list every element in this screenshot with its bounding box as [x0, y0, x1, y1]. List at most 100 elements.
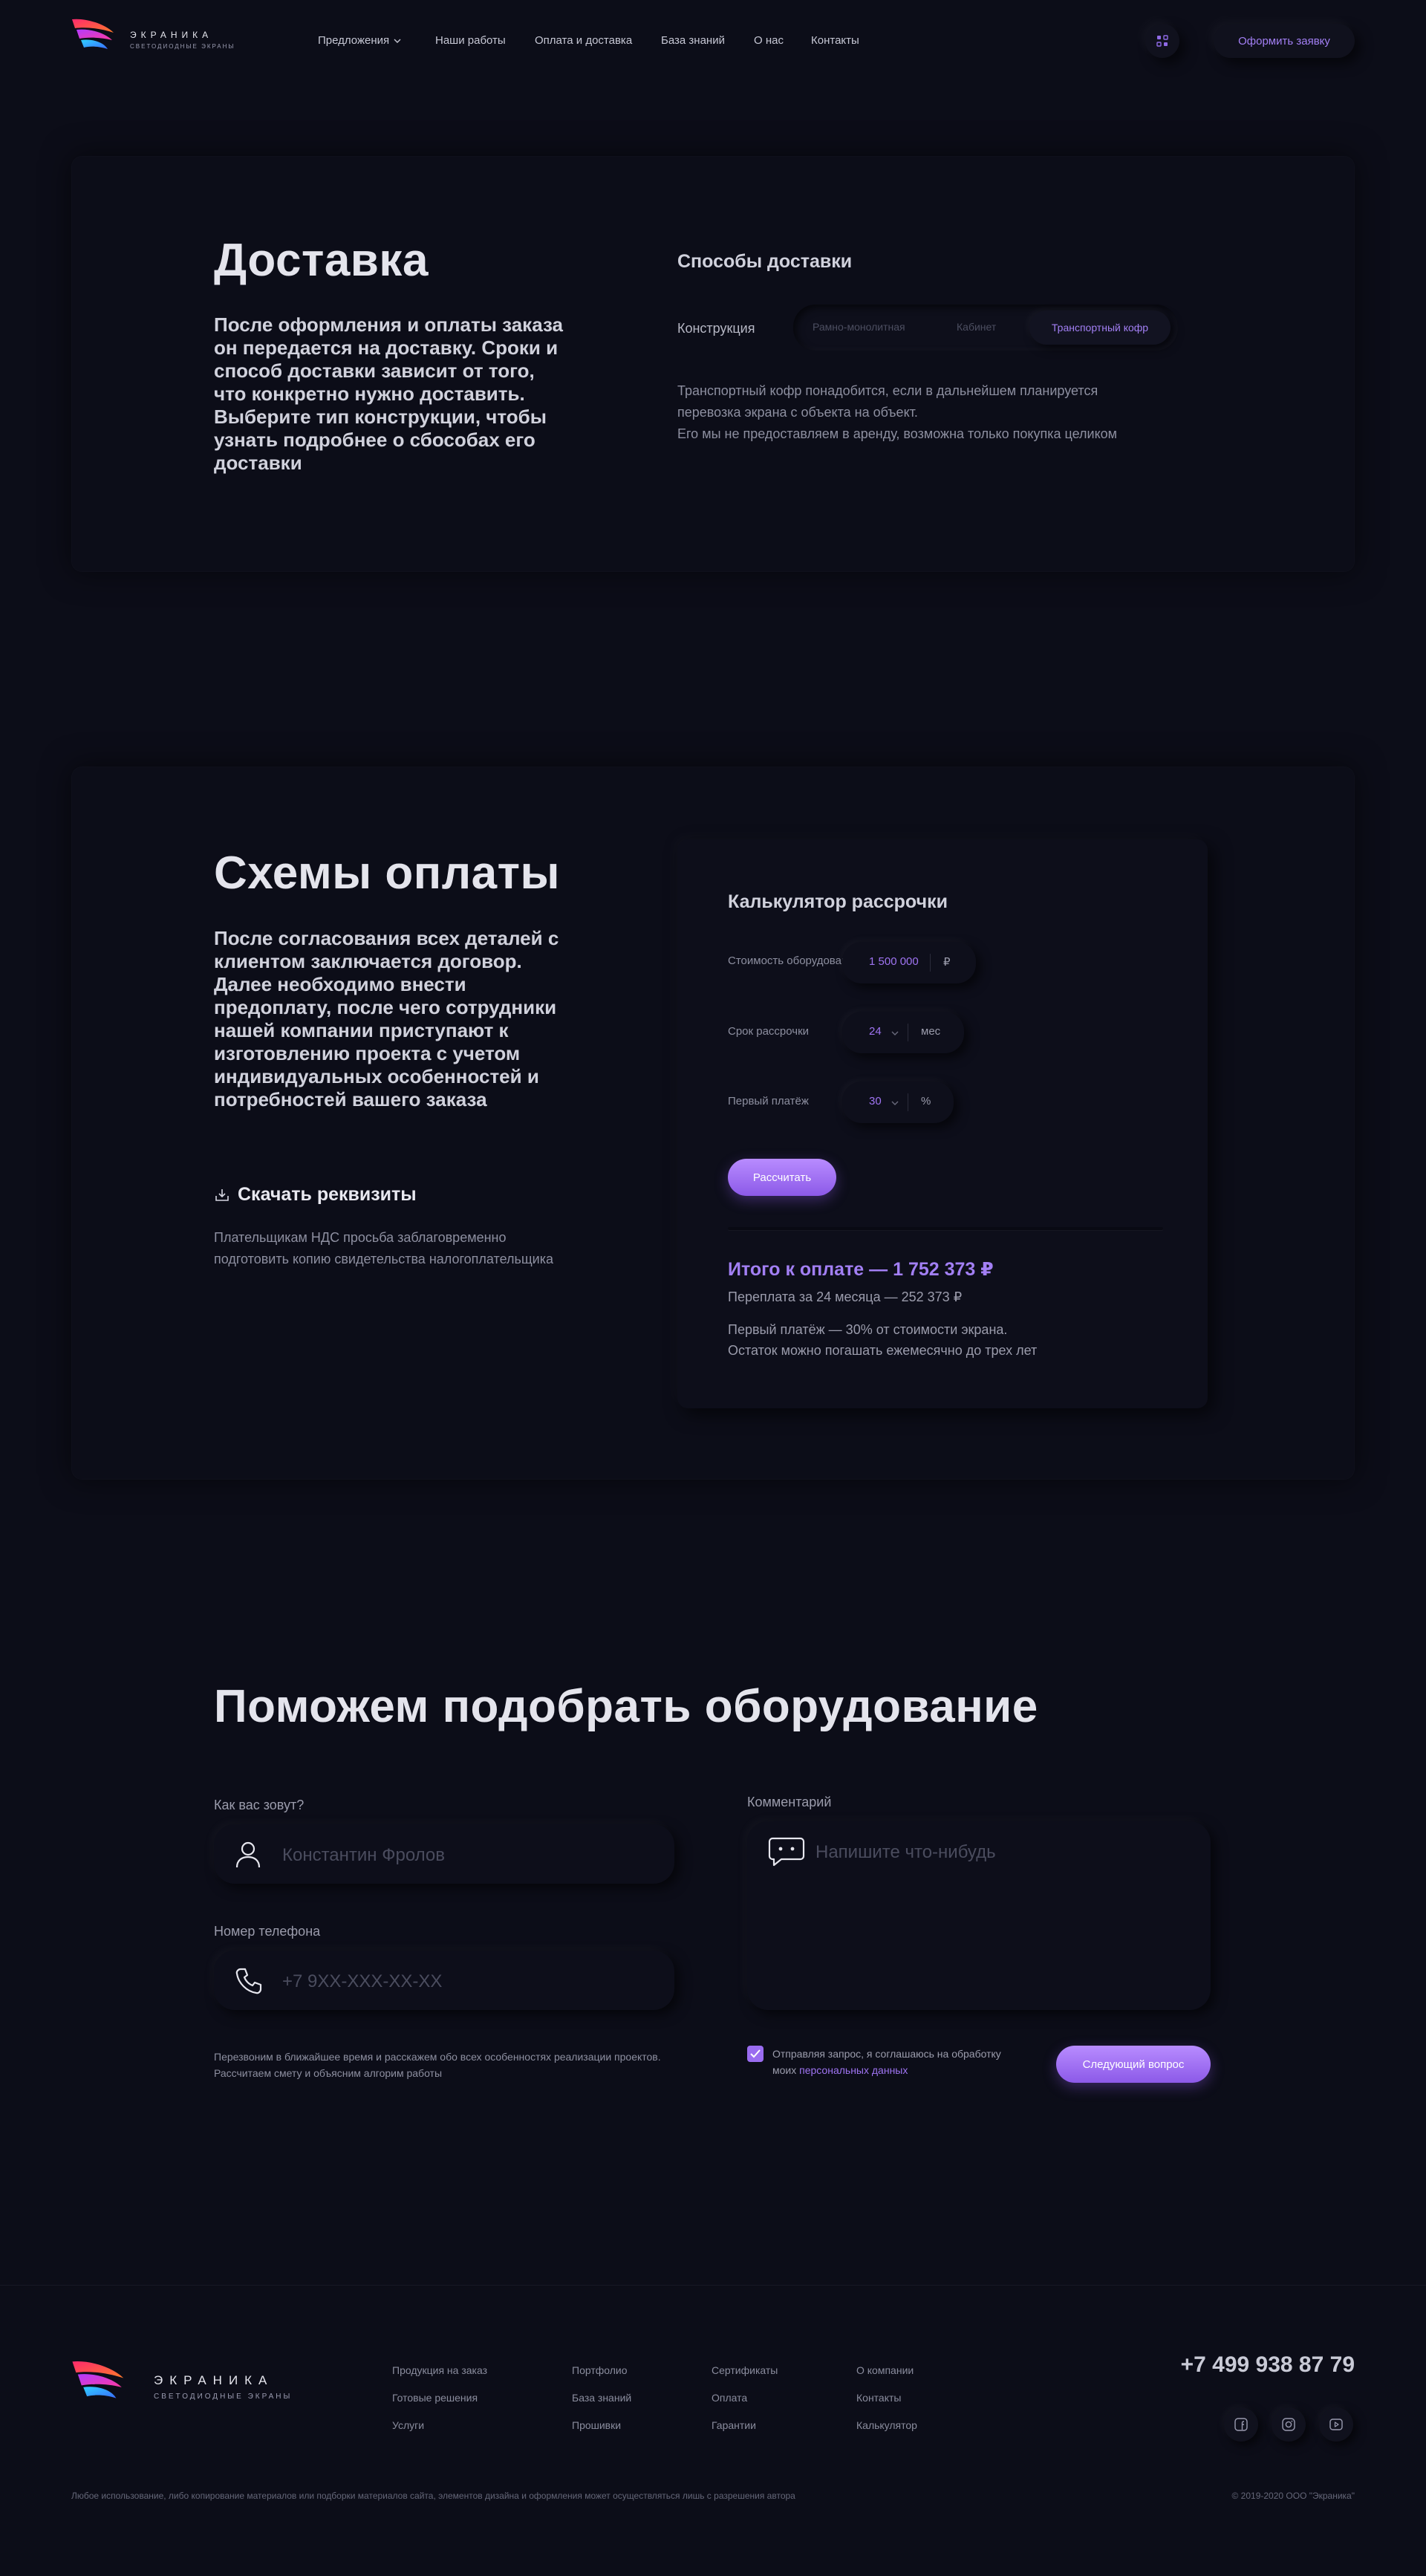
payment-lead: После согласования всех деталей с клиент… [214, 927, 559, 1110]
nav-payment-delivery[interactable]: Оплата и доставка [535, 34, 632, 47]
user-icon [235, 1841, 261, 1868]
footer-logo[interactable]: ЭКРАНИКА СВЕТОДИОДНЫЕ ЭКРАНЫ [71, 2351, 308, 2418]
footer-link-guarantees[interactable]: Гарантии [712, 2419, 778, 2431]
logo[interactable]: ЭКРАНИКА СВЕТОДИОДНЫЕ ЭКРАНЫ [71, 16, 249, 58]
option-transport-case-label: Транспортный кофр [1051, 322, 1149, 334]
footer-link-certificates[interactable]: Сертификаты [712, 2364, 778, 2392]
footer-logo-icon [72, 2361, 124, 2398]
footer-link-services[interactable]: Услуги [392, 2419, 487, 2431]
term-select[interactable]: 24 мес [842, 1012, 964, 1053]
download-requisites-label: Скачать реквизиты [238, 1184, 417, 1205]
delivery-desc: Транспортный кофр понадобится, если в да… [677, 380, 1212, 445]
youtube-icon [1329, 2419, 1343, 2430]
option-cabinet[interactable]: Кабинет [957, 321, 996, 333]
form-title: Поможем подобрать оборудование [214, 1681, 1038, 1732]
order-button[interactable]: Оформить заявку [1214, 24, 1355, 58]
footer-col-products: Продукция на заказ Готовые решения Услуг… [392, 2364, 487, 2431]
footer-link-firmware[interactable]: Прошивки [572, 2419, 631, 2431]
footer-brand: ЭКРАНИКА [154, 2373, 274, 2387]
download-requisites[interactable]: Скачать реквизиты [214, 1184, 417, 1206]
footer-col-portfolio: Портфолио База знаний Прошивки [572, 2364, 631, 2431]
construction-switch: Рамно-монолитная Кабинет Транспортный ко… [793, 305, 1178, 351]
cost-value: 1 500 000 [869, 955, 919, 968]
form-hint: Перезвоним в ближайшее время и расскажем… [214, 2051, 661, 2079]
nav-knowledge[interactable]: База знаний [661, 34, 725, 47]
cost-input[interactable]: 1 500 000 ₽ [842, 942, 976, 983]
next-question-button[interactable]: Следующий вопрос [1056, 2046, 1211, 2083]
footer-tagline: СВЕТОДИОДНЫЕ ЭКРАНЫ [154, 2393, 293, 2401]
first-payment-unit: % [921, 1095, 931, 1108]
first-payment-value: 30 [869, 1095, 882, 1108]
personal-data-link[interactable]: персональных данных [799, 2064, 908, 2076]
payment-section: Схемы оплаты После согласования всех дет… [71, 767, 1355, 1480]
first-payment-chevron-icon [891, 1101, 899, 1105]
youtube-button[interactable] [1319, 2407, 1353, 2442]
nav-offers[interactable]: Предложения [318, 34, 401, 47]
term-label: Срок рассрочки [728, 1025, 810, 1038]
nav-works[interactable]: Наши работы [435, 34, 506, 47]
footer-col-certs: Сертификаты Оплата Гарантии [712, 2364, 778, 2431]
calc-info-2: Остаток можно погашать ежемесячно до тре… [728, 1343, 1038, 1358]
footer-link-knowledge[interactable]: База знаний [572, 2392, 631, 2419]
footer-link-ready[interactable]: Готовые решения [392, 2392, 487, 2419]
footer-link-payment[interactable]: Оплата [712, 2392, 778, 2419]
next-question-button-label: Следующий вопрос [1082, 2058, 1185, 2071]
payment-title: Схемы оплаты [214, 848, 560, 899]
delivery-desc-line-2: перевозка экрана с объекта на объект. [677, 405, 918, 420]
grid-button[interactable] [1145, 24, 1179, 58]
cost-label: Стоимость оборудования [728, 954, 860, 967]
comment-label: Комментарий [747, 1795, 832, 1809]
name-field[interactable]: Константин Фролов [214, 1824, 674, 1884]
consent-line-1: Отправляя запрос, я соглашаюсь на обрабо… [772, 2048, 1001, 2060]
footer-phone[interactable]: +7 499 938 87 79 [1181, 2352, 1355, 2378]
phone-placeholder: +7 9XX-XXX-XX-XX [282, 1971, 443, 1991]
delivery-lead: После оформления и оплаты заказа он пере… [214, 313, 564, 474]
instagram-icon [1282, 2418, 1295, 2431]
facebook-icon [1234, 2418, 1248, 2431]
first-payment-select[interactable]: 30 % [842, 1082, 954, 1123]
delivery-section: Доставка После оформления и оплаты заказ… [71, 156, 1355, 572]
delivery-title: Доставка [214, 235, 429, 286]
footer-link-custom[interactable]: Продукция на заказ [392, 2364, 487, 2392]
nav-contacts[interactable]: Контакты [811, 34, 859, 47]
footer-link-about[interactable]: О компании [856, 2364, 917, 2392]
consent-line-2: моих персональных данных [772, 2062, 1040, 2078]
footer-link-portfolio[interactable]: Портфолио [572, 2364, 631, 2392]
option-transport-case[interactable]: Транспортный кофр [1029, 310, 1171, 345]
first-payment-label: Первый платёж [728, 1095, 809, 1108]
cost-unit: ₽ [943, 956, 951, 969]
nav-about[interactable]: О нас [754, 34, 784, 47]
calc-total: Итого к оплате — 1 752 373 ₽ [728, 1259, 994, 1280]
delivery-methods-title: Способы доставки [677, 251, 853, 272]
brand-tagline: СВЕТОДИОДНЫЕ ЭКРАНЫ [130, 43, 235, 50]
header: ЭКРАНИКА СВЕТОДИОДНЫЕ ЭКРАНЫ Предложения… [0, 0, 1426, 83]
footer-legal: Любое использование, либо копирование ма… [71, 2491, 795, 2501]
footer-col-company: О компании Контакты Калькулятор [856, 2364, 917, 2431]
phone-label: Номер телефона [214, 1924, 321, 1939]
facebook-button[interactable] [1224, 2407, 1258, 2442]
delivery-desc-line-3: Его мы не предоставляем в аренду, возмож… [677, 426, 1118, 441]
comment-field[interactable]: Напишите что-нибудь [747, 1821, 1211, 2010]
chevron-down-icon [394, 39, 401, 43]
footer-link-contacts[interactable]: Контакты [856, 2392, 917, 2419]
instagram-button[interactable] [1272, 2407, 1306, 2442]
calculate-button[interactable]: Рассчитать [728, 1159, 836, 1196]
phone-field[interactable]: +7 9XX-XXX-XX-XX [214, 1951, 674, 2010]
brand-name: ЭКРАНИКА [130, 30, 213, 40]
option-frame-monolithic[interactable]: Рамно-монолитная [813, 321, 905, 333]
footer-copyright: © 2019-2020 ООО "Экраника" [1231, 2491, 1355, 2501]
vat-note: Плательщикам НДС просьба заблаговременно… [214, 1230, 554, 1266]
order-button-label: Оформить заявку [1238, 34, 1330, 48]
footer: ЭКРАНИКА СВЕТОДИОДНЫЕ ЭКРАНЫ Продукция н… [0, 2285, 1426, 2576]
check-icon [750, 2049, 761, 2058]
download-icon [215, 1188, 229, 1201]
calc-title: Калькулятор рассрочки [728, 891, 948, 912]
consent-prefix: моих [772, 2064, 797, 2076]
chat-icon [768, 1837, 805, 1867]
name-placeholder: Константин Фролов [282, 1845, 446, 1865]
construction-label: Конструкция [677, 321, 755, 336]
calc-overpay: Переплата за 24 месяца — 252 373 ₽ [728, 1289, 963, 1304]
footer-link-calculator[interactable]: Калькулятор [856, 2419, 917, 2431]
calculate-button-label: Рассчитать [752, 1171, 812, 1184]
consent-checkbox[interactable] [747, 2046, 764, 2062]
